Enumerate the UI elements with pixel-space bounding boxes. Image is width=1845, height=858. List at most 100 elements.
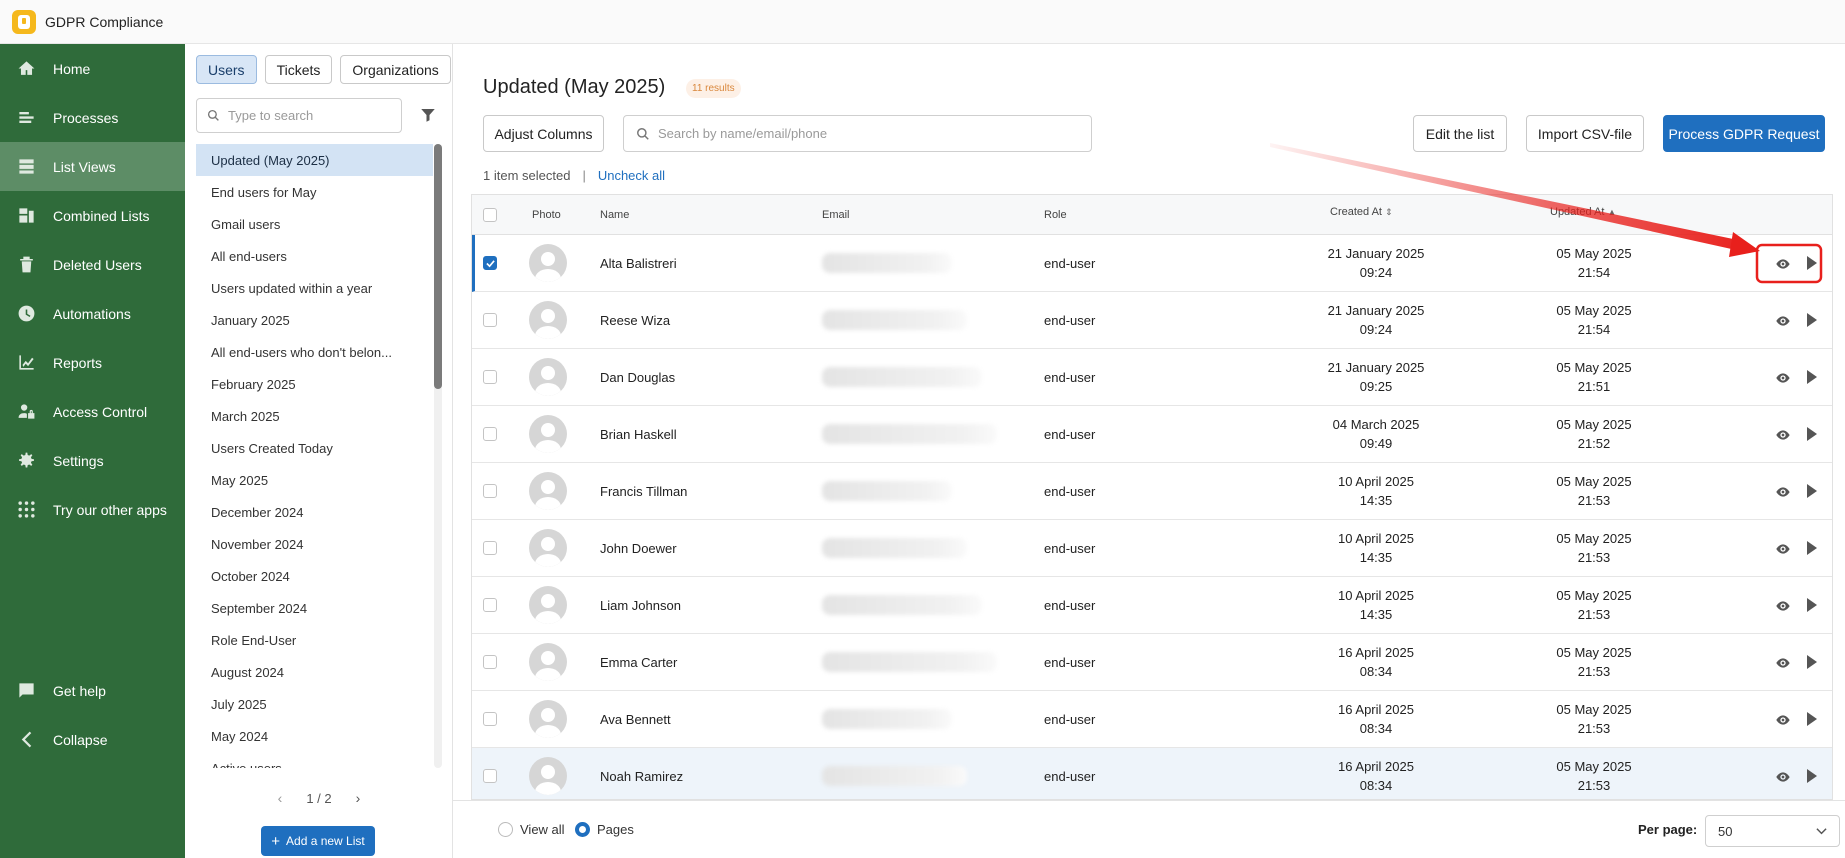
table-row[interactable]: Alta Balistreri end-user 21 January 2025 09…	[472, 235, 1832, 292]
column-header-email[interactable]: Email	[822, 209, 850, 221]
user-name[interactable]: Reese Wiza	[600, 313, 670, 328]
view-icon[interactable]	[1775, 427, 1791, 446]
row-checkbox[interactable]	[483, 655, 497, 669]
list-item[interactable]: October 2024	[196, 560, 433, 592]
process-gdpr-button[interactable]: Process GDPR Request	[1663, 115, 1825, 152]
row-checkbox[interactable]	[483, 370, 497, 384]
list-scrollbar[interactable]	[434, 144, 442, 768]
list-item[interactable]: February 2025	[196, 368, 433, 400]
sidebar-item-get-help[interactable]: Get help	[0, 666, 185, 715]
adjust-columns-button[interactable]: Adjust Columns	[483, 115, 604, 152]
list-scrollbar-thumb[interactable]	[434, 144, 442, 389]
view-icon[interactable]	[1775, 484, 1791, 503]
user-name[interactable]: Noah Ramirez	[600, 769, 683, 784]
view-all-option[interactable]: View all	[498, 822, 565, 837]
edit-list-button[interactable]: Edit the list	[1413, 115, 1507, 152]
sidebar-item-collapse[interactable]: Collapse	[0, 715, 185, 764]
user-name[interactable]: Alta Balistreri	[600, 256, 677, 271]
row-checkbox[interactable]	[483, 712, 497, 726]
expand-arrow-icon[interactable]	[1806, 256, 1818, 273]
sidebar-item-combined-lists[interactable]: Combined Lists	[0, 191, 185, 240]
table-row[interactable]: Emma Carter end-user 16 April 2025 08:34 05 …	[472, 634, 1832, 691]
list-item[interactable]: August 2024	[196, 656, 433, 688]
pages-option[interactable]: Pages	[575, 822, 634, 837]
pages-radio[interactable]	[575, 822, 590, 837]
list-item[interactable]: Users Created Today	[196, 432, 433, 464]
row-checkbox[interactable]	[483, 256, 497, 270]
row-checkbox[interactable]	[483, 541, 497, 555]
tab-tickets[interactable]: Tickets	[264, 55, 333, 84]
next-page-icon[interactable]: ›	[356, 790, 361, 806]
column-header-updated[interactable]: Updated At ▲	[1550, 206, 1616, 218]
list-item[interactable]: Users updated within a year	[196, 272, 433, 304]
column-header-name[interactable]: Name	[600, 209, 629, 221]
expand-arrow-icon[interactable]	[1806, 598, 1818, 615]
view-icon[interactable]	[1775, 256, 1791, 275]
list-item[interactable]: Updated (May 2025)	[196, 144, 433, 176]
column-header-role[interactable]: Role	[1044, 209, 1067, 221]
row-checkbox[interactable]	[483, 769, 497, 783]
table-row[interactable]: Ava Bennett end-user 16 April 2025 08:34 05 …	[472, 691, 1832, 748]
list-item[interactable]: May 2025	[196, 464, 433, 496]
table-row[interactable]: Francis Tillman end-user 10 April 2025 14:3…	[472, 463, 1832, 520]
list-item[interactable]: July 2025	[196, 688, 433, 720]
uncheck-all-link[interactable]: Uncheck all	[598, 168, 665, 183]
sidebar-item-other-apps[interactable]: Try our other apps	[0, 485, 185, 534]
list-item[interactable]: All end-users who don't belon...	[196, 336, 433, 368]
row-checkbox[interactable]	[483, 598, 497, 612]
user-name[interactable]: Emma Carter	[600, 655, 677, 670]
user-name[interactable]: Francis Tillman	[600, 484, 687, 499]
expand-arrow-icon[interactable]	[1806, 427, 1818, 444]
table-row[interactable]: John Doewer end-user 10 April 2025 14:35 05 …	[472, 520, 1832, 577]
sidebar-item-list-views[interactable]: List Views	[0, 142, 185, 191]
prev-page-icon[interactable]: ‹	[278, 790, 283, 806]
user-name[interactable]: Brian Haskell	[600, 427, 677, 442]
column-header-created[interactable]: Created At ⇕	[1330, 206, 1393, 218]
list-item[interactable]: Gmail users	[196, 208, 433, 240]
table-row[interactable]: Brian Haskell end-user 04 March 2025 09:49 0…	[472, 406, 1832, 463]
expand-arrow-icon[interactable]	[1806, 655, 1818, 672]
expand-arrow-icon[interactable]	[1806, 313, 1818, 330]
table-row[interactable]: Liam Johnson end-user 10 April 2025 14:35 05…	[472, 577, 1832, 634]
view-icon[interactable]	[1775, 541, 1791, 560]
per-page-select[interactable]: 50	[1705, 815, 1840, 847]
sidebar-item-deleted-users[interactable]: Deleted Users	[0, 240, 185, 289]
list-item[interactable]: Role End-User	[196, 624, 433, 656]
user-name[interactable]: Dan Douglas	[600, 370, 675, 385]
user-search-input[interactable]: Search by name/email/phone	[623, 115, 1092, 152]
view-icon[interactable]	[1775, 655, 1791, 674]
sidebar-item-automations[interactable]: Automations	[0, 289, 185, 338]
list-item[interactable]: All end-users	[196, 240, 433, 272]
view-all-radio[interactable]	[498, 822, 513, 837]
tab-organizations[interactable]: Organizations	[340, 55, 451, 84]
table-row[interactable]: Noah Ramirez end-user 16 April 2025 08:34 05…	[472, 748, 1832, 799]
user-name[interactable]: Ava Bennett	[600, 712, 671, 727]
list-item[interactable]: May 2024	[196, 720, 433, 752]
view-icon[interactable]	[1775, 313, 1791, 332]
import-csv-button[interactable]: Import CSV-file	[1526, 115, 1644, 152]
expand-arrow-icon[interactable]	[1806, 370, 1818, 387]
list-search-input[interactable]: Type to search	[196, 98, 402, 133]
select-all-checkbox[interactable]	[483, 208, 497, 222]
filter-icon[interactable]	[419, 106, 437, 124]
expand-arrow-icon[interactable]	[1806, 541, 1818, 558]
view-icon[interactable]	[1775, 598, 1791, 617]
user-name[interactable]: Liam Johnson	[600, 598, 681, 613]
table-row[interactable]: Dan Douglas end-user 21 January 2025 09:25 0…	[472, 349, 1832, 406]
view-icon[interactable]	[1775, 769, 1791, 788]
list-item[interactable]: January 2025	[196, 304, 433, 336]
expand-arrow-icon[interactable]	[1806, 484, 1818, 501]
view-icon[interactable]	[1775, 712, 1791, 731]
sidebar-item-reports[interactable]: Reports	[0, 338, 185, 387]
row-checkbox[interactable]	[483, 313, 497, 327]
sidebar-item-access-control[interactable]: Access Control	[0, 387, 185, 436]
table-row[interactable]: Reese Wiza end-user 21 January 2025 09:24 05…	[472, 292, 1832, 349]
list-item[interactable]: December 2024	[196, 496, 433, 528]
list-item[interactable]: September 2024	[196, 592, 433, 624]
list-item[interactable]: End users for May	[196, 176, 433, 208]
list-item[interactable]: March 2025	[196, 400, 433, 432]
user-name[interactable]: John Doewer	[600, 541, 677, 556]
sidebar-item-home[interactable]: Home	[0, 44, 185, 93]
row-checkbox[interactable]	[483, 484, 497, 498]
sidebar-item-settings[interactable]: Settings	[0, 436, 185, 485]
